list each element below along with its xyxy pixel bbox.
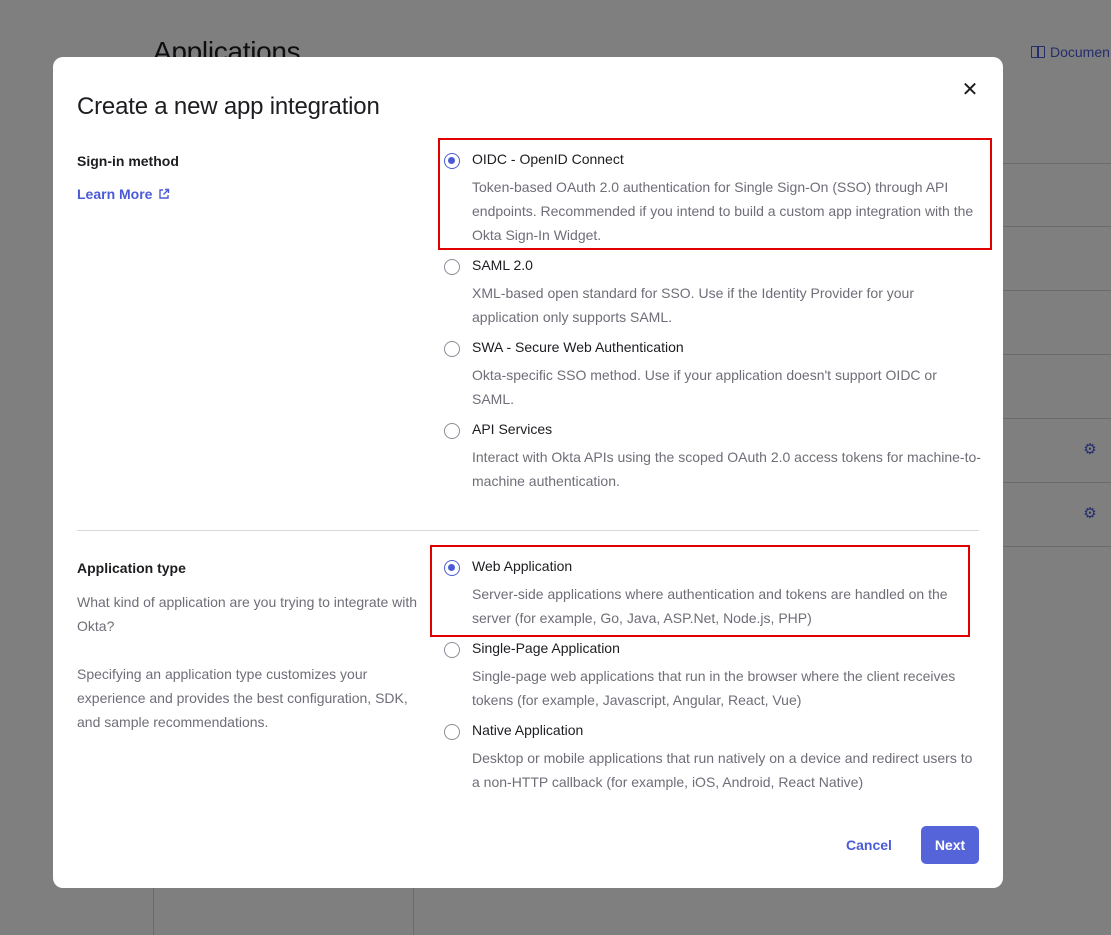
radio-option-swa[interactable]: SWA - Secure Web Authentication Okta-spe… xyxy=(443,339,983,411)
option-title: SWA - Secure Web Authentication xyxy=(472,339,684,355)
application-type-help-text: Specifying an application type customize… xyxy=(77,666,408,730)
radio-option-native-application[interactable]: Native Application Desktop or mobile app… xyxy=(443,722,983,794)
option-title: Native Application xyxy=(472,722,584,738)
highlight-box xyxy=(438,138,992,250)
application-type-label: Application type xyxy=(77,560,186,576)
section-divider xyxy=(77,530,979,531)
next-button[interactable]: Next xyxy=(921,826,979,864)
option-title: API Services xyxy=(472,421,553,437)
option-description: Interact with Okta APIs using the scoped… xyxy=(472,449,981,489)
option-title: Single-Page Application xyxy=(472,640,620,656)
radio-option-saml[interactable]: SAML 2.0 XML-based open standard for SSO… xyxy=(443,257,983,329)
modal-title: Create a new app integration xyxy=(77,93,380,120)
close-button[interactable]: ✕ xyxy=(959,79,981,101)
highlight-box xyxy=(430,545,970,637)
option-description: XML-based open standard for SSO. Use if … xyxy=(472,285,914,325)
option-title: SAML 2.0 xyxy=(472,257,533,273)
radio-button[interactable] xyxy=(444,724,460,740)
create-app-integration-modal: Create a new app integration ✕ Sign-in m… xyxy=(53,57,1003,888)
learn-more-label: Learn More xyxy=(77,186,153,202)
external-link-icon xyxy=(159,188,170,199)
close-icon: ✕ xyxy=(961,79,979,101)
option-description: Desktop or mobile applications that run … xyxy=(472,750,973,790)
learn-more-link[interactable]: Learn More xyxy=(77,186,170,202)
application-type-description: What kind of application are you trying … xyxy=(77,594,418,634)
radio-button[interactable] xyxy=(444,642,460,658)
radio-option-api-services[interactable]: API Services Interact with Okta APIs usi… xyxy=(443,421,983,493)
radio-button[interactable] xyxy=(444,341,460,357)
cancel-button[interactable]: Cancel xyxy=(839,827,899,863)
radio-option-single-page-application[interactable]: Single-Page Application Single-page web … xyxy=(443,640,983,712)
radio-button[interactable] xyxy=(444,423,460,439)
radio-button[interactable] xyxy=(444,259,460,275)
option-description: Okta-specific SSO method. Use if your ap… xyxy=(472,367,937,407)
option-description: Single-page web applications that run in… xyxy=(472,668,956,708)
sign-in-method-label: Sign-in method xyxy=(77,153,179,169)
